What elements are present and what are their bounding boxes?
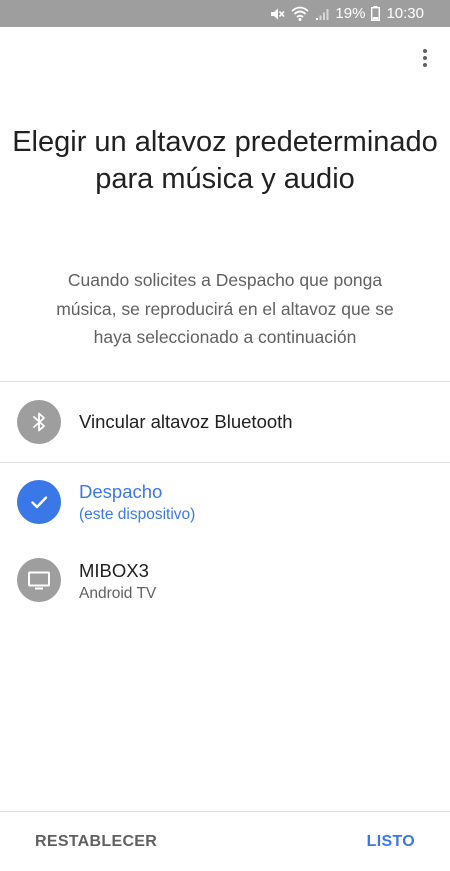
- bluetooth-icon: [17, 400, 61, 444]
- reset-button[interactable]: RESTABLECER: [35, 822, 157, 862]
- signal-icon: [315, 7, 329, 21]
- wifi-icon: [291, 6, 310, 22]
- tv-icon: [17, 558, 61, 602]
- bluetooth-label: Vincular altavoz Bluetooth: [79, 411, 293, 432]
- speaker-name: MIBOX3: [79, 560, 149, 581]
- page-description: Cuando solicites a Despacho que ponga mú…: [56, 270, 394, 347]
- pair-bluetooth-speaker-row[interactable]: Vincular altavoz Bluetooth: [0, 382, 450, 462]
- mute-icon: [269, 6, 286, 22]
- speaker-item-mibox3[interactable]: MIBOX3 Android TV: [0, 542, 450, 622]
- page-title: Elegir un altavoz predeterminado para mú…: [12, 126, 438, 195]
- speaker-name: Despacho: [79, 481, 163, 502]
- battery-icon: [371, 6, 381, 21]
- status-time: 10:30: [386, 5, 424, 22]
- done-button[interactable]: LISTO: [367, 822, 415, 862]
- status-bar: 19% 10:30: [0, 0, 450, 27]
- speaker-subtitle: (este dispositivo): [79, 506, 196, 523]
- more-vert-icon[interactable]: [413, 44, 437, 72]
- battery-percent: 19%: [335, 5, 366, 22]
- footer-divider: [0, 811, 450, 812]
- speaker-item-despacho[interactable]: Despacho (este dispositivo): [0, 463, 450, 542]
- check-icon: [17, 480, 61, 524]
- speaker-subtitle: Android TV: [79, 585, 157, 602]
